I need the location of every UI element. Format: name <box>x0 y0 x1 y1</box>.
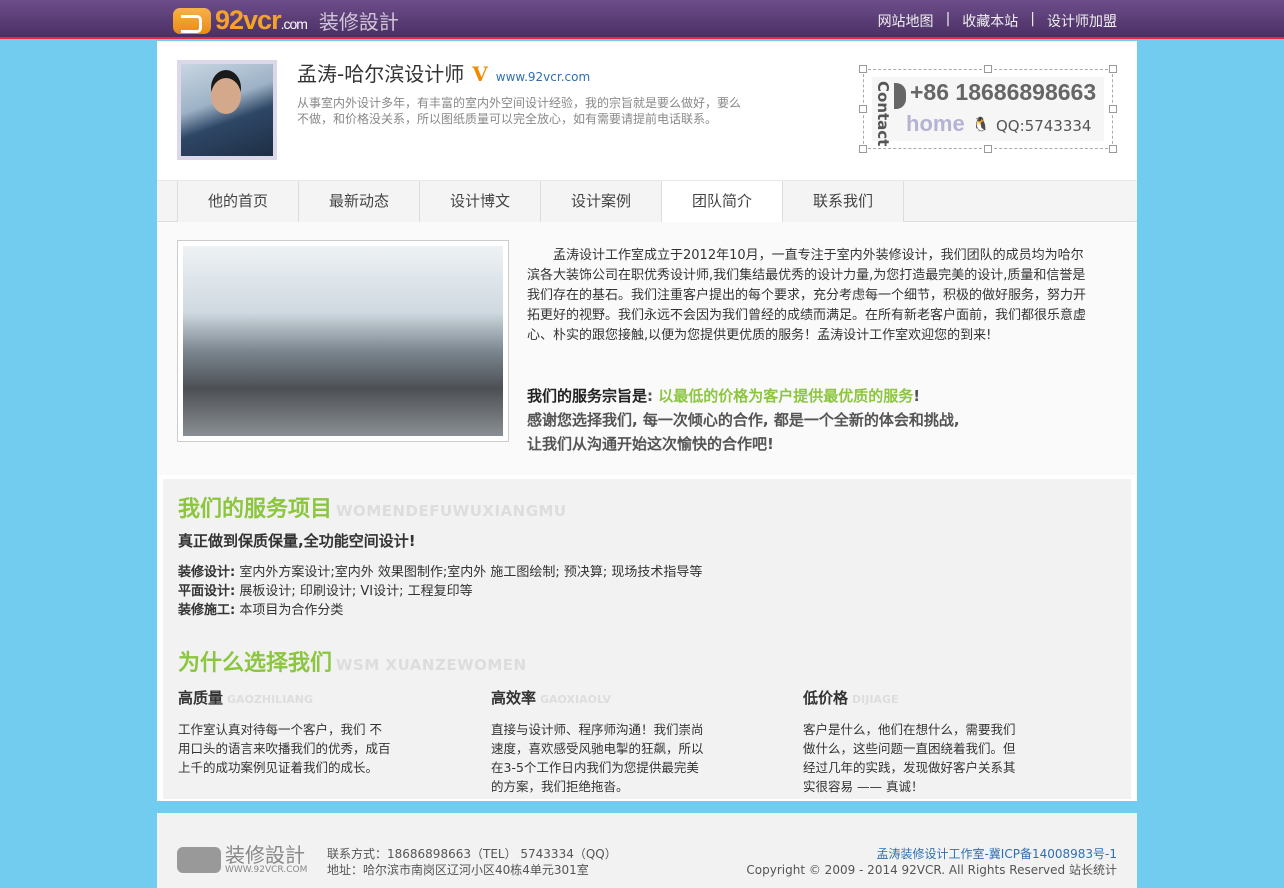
motto-label: 我们的服务宗旨是 <box>527 387 648 405</box>
tab-contact[interactable]: 联系我们 <box>782 181 904 222</box>
motto: 我们的服务宗旨是: 以最低的价格为客户提供最优质的服务! 感谢您选择我们, 每一… <box>527 384 960 456</box>
resize-handle[interactable] <box>859 65 867 73</box>
resize-handle[interactable] <box>984 145 992 153</box>
resize-handle[interactable] <box>1109 145 1117 153</box>
top-links: 网站地图 | 收藏本站 | 设计师加盟 <box>878 11 1117 31</box>
resize-handle[interactable] <box>1109 105 1117 113</box>
avatar <box>177 60 277 160</box>
why-column: 高效率 GAOXIAOLV 直接与设计师、程序师沟通！我们崇尚速度，喜欢感受风驰电掣… <box>491 687 706 796</box>
site-logo[interactable]: 92vcr.com 装修設計 <box>173 5 399 36</box>
footer-logo-cn: 装修設計 <box>225 843 305 867</box>
why-col-title: 低价格 <box>803 689 849 707</box>
bookmark-link[interactable]: 收藏本站 <box>962 11 1018 31</box>
contact-qq: QQ:5743334 <box>996 117 1092 135</box>
tab-home[interactable]: 他的首页 <box>177 181 299 222</box>
why-col-en: GAOZHILIANG <box>227 693 314 706</box>
why-title-en: WSM XUANZEWOMEN <box>336 656 527 674</box>
service-item: 装修设计: 室内外方案设计;室内外 效果图制作;室内外 施工图绘制; 预决算; … <box>178 563 702 582</box>
why-column: 高质量 GAOZHILIANG 工作室认真对待每一个客户，我们 不用口头的语言来吹播… <box>178 687 393 777</box>
motto-line: 让我们从沟通开始这次愉快的合作吧! <box>527 435 774 453</box>
logo-icon <box>173 7 211 34</box>
services-title-en: WOMENDEFUWUXIANGMU <box>336 502 567 520</box>
top-bar: 92vcr.com 装修設計 网站地图 | 收藏本站 | 设计师加盟 <box>0 0 1284 39</box>
copyright: Copyright © 2009 - 2014 92VCR. All Right… <box>746 863 1066 877</box>
designer-name: 孟涛-哈尔滨设计师 <box>297 62 465 86</box>
separator: | <box>1030 11 1035 27</box>
phone-icon <box>894 83 906 109</box>
why-column: 低价格 DIJIAGE 客户是什么，他们在想什么，需要我们做什么，这些问题一直困绕着… <box>803 687 1018 796</box>
contact-card: Contact +86 18686898663 home 🐧 QQ:574333… <box>859 65 1117 153</box>
resize-handle[interactable] <box>859 105 867 113</box>
service-label: 装修施工: <box>178 603 236 618</box>
footer-logo-icon <box>177 847 221 873</box>
why-col-title: 高效率 <box>491 689 537 707</box>
services-section: 我们的服务项目 WOMENDEFUWUXIANGMU 真正做到保质保量,全功能空间… <box>163 479 1131 799</box>
resize-handle[interactable] <box>1109 65 1117 73</box>
why-col-text: 工作室认真对待每一个客户，我们 不用口头的语言来吹播我们的优秀，成百 上千的成功… <box>178 722 391 775</box>
profile-tabs: 他的首页 最新动态 设计博文 设计案例 团队简介 联系我们 <box>157 180 1137 223</box>
sitemap-link[interactable]: 网站地图 <box>878 11 934 31</box>
team-section: 孟涛设计工作室成立于2012年10月，一直专注于室内外装修设计，我们团队的成员均… <box>157 222 1137 475</box>
verified-icon: V <box>472 62 488 86</box>
service-item: 平面设计: 展板设计; 印刷设计; VI设计; 工程复印等 <box>178 582 702 601</box>
icp-link[interactable]: 孟涛装修设计工作室-冀ICP备14008983号-1 <box>746 846 1117 862</box>
tab-cases[interactable]: 设计案例 <box>540 181 662 222</box>
logo-text: 92vcr <box>215 5 282 35</box>
motto-value: 以最低的价格为客户提供最优质的服务 <box>658 387 914 405</box>
why-col-en: GAOXIAOLV <box>540 693 611 706</box>
why-col-title: 高质量 <box>178 689 224 707</box>
site-link[interactable]: www.92vcr.com <box>496 70 590 84</box>
contact-phone: +86 18686898663 <box>910 79 1097 105</box>
contact-label: Contact <box>874 81 892 147</box>
resize-handle[interactable] <box>859 145 867 153</box>
service-label: 平面设计: <box>178 584 236 599</box>
tab-news[interactable]: 最新动态 <box>298 181 420 222</box>
logo-cn: 装修設計 <box>318 10 399 34</box>
service-value: 本项目为合作分类 <box>235 603 344 618</box>
separator: | <box>945 11 951 27</box>
team-description: 孟涛设计工作室成立于2012年10月，一直专注于室内外装修设计，我们团队的成员均… <box>527 248 1087 343</box>
footer-contact: 联系方式：18686898663（TEL） 5743334（QQ） <box>327 847 617 861</box>
services-title-text: 我们的服务项目 <box>178 497 333 522</box>
footer-logo-url: WWW.92VCR.COM <box>225 865 308 875</box>
services-title: 我们的服务项目 WOMENDEFUWUXIANGMU <box>178 491 567 523</box>
footer-address: 地址：哈尔滨市南岗区辽河小区40栋4单元301室 <box>327 863 589 877</box>
stats-link[interactable]: 站长统计 <box>1069 863 1117 877</box>
why-title-text: 为什么选择我们 <box>178 651 333 676</box>
main-container: 孟涛-哈尔滨设计师 V www.92vcr.com 从事室内外设计多年，有丰富的… <box>157 41 1137 801</box>
service-value: 室内外方案设计;室内外 效果图制作;室内外 施工图绘制; 预决算; 现场技术指导… <box>235 565 703 580</box>
service-item: 装修施工: 本项目为合作分类 <box>178 601 702 620</box>
team-photo <box>177 240 509 442</box>
logo-suffix: .com <box>280 16 308 32</box>
service-label: 装修设计: <box>178 565 236 580</box>
motto-sep: : <box>647 387 659 405</box>
why-col-en: DIJIAGE <box>852 693 899 706</box>
footer-logo: 装修設計 WWW.92VCR.COM <box>177 845 307 875</box>
services-list: 装修设计: 室内外方案设计;室内外 效果图制作;室内外 施工图绘制; 预决算; … <box>178 563 702 620</box>
services-subtitle: 真正做到保质保量,全功能空间设计! <box>178 532 416 550</box>
qq-icon: 🐧 <box>972 117 990 133</box>
contact-home: home <box>906 111 965 136</box>
service-value: 展板设计; 印刷设计; VI设计; 工程复印等 <box>235 584 473 599</box>
resize-handle[interactable] <box>984 65 992 73</box>
designer-intro: 从事室内外设计多年，有丰富的室内外空间设计经验，我的宗旨就是要么做好，要么不做，… <box>297 96 742 126</box>
tab-team[interactable]: 团队简介 <box>661 181 783 223</box>
tab-blog[interactable]: 设计博文 <box>419 181 541 222</box>
motto-end: ! <box>913 387 921 405</box>
join-link[interactable]: 设计师加盟 <box>1047 11 1117 31</box>
why-col-text: 客户是什么，他们在想什么，需要我们做什么，这些问题一直困绕着我们。但经过几年的实… <box>803 722 1016 794</box>
footer: 装修設計 WWW.92VCR.COM 联系方式：18686898663（TEL） … <box>157 813 1137 888</box>
why-title: 为什么选择我们 WSM XUANZEWOMEN <box>178 645 527 677</box>
motto-line: 感谢您选择我们, 每一次倾心的合作, 都是一个全新的体会和挑战, <box>527 411 960 429</box>
why-col-text: 直接与设计师、程序师沟通！我们崇尚速度，喜欢感受风驰电掣的狂飙，所以在3-5个工… <box>491 722 704 794</box>
